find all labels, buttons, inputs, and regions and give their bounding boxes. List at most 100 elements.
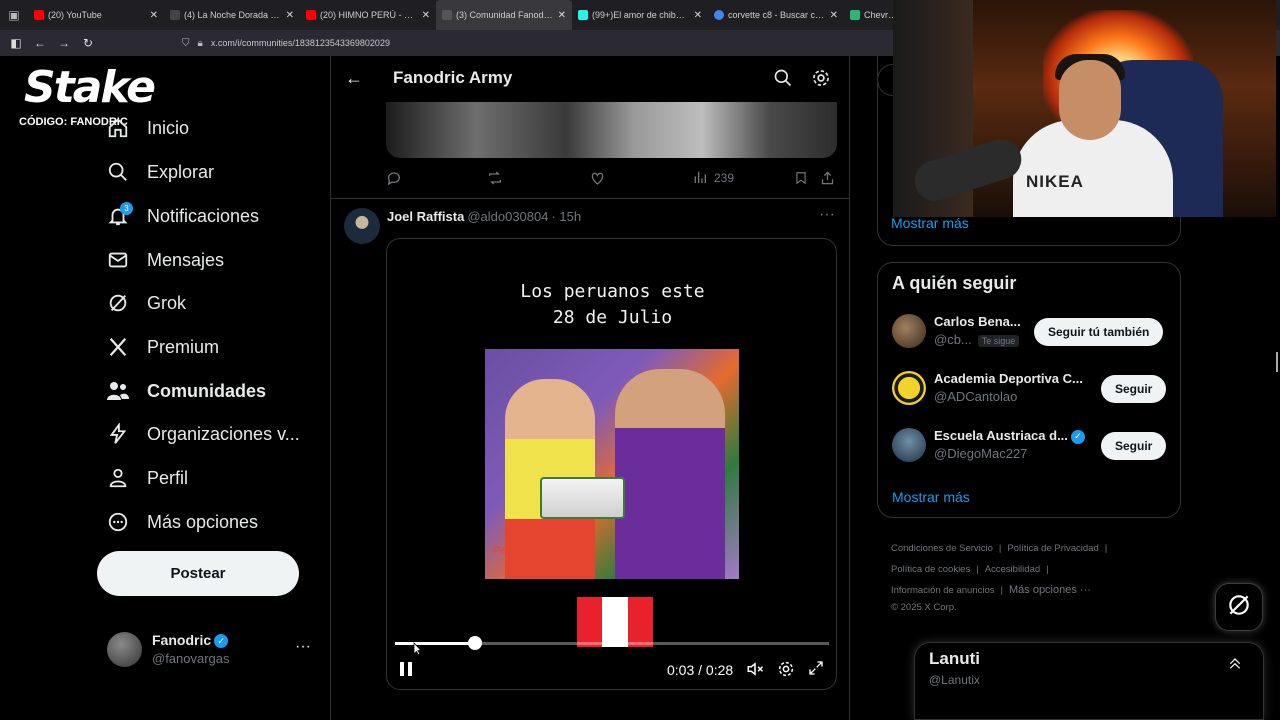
copyright: © 2025 X Corp. (891, 602, 957, 613)
who-to-follow-card: A quién seguir Carlos Bena... @cb... Te s… (877, 262, 1181, 518)
pause-icon[interactable] (399, 661, 413, 682)
sidebar-item-mas-opciones[interactable]: Más opciones (106, 502, 258, 542)
messages-drawer[interactable]: Lanuti @Lanutix (914, 642, 1264, 720)
close-icon[interactable]: ✕ (558, 10, 566, 21)
sidebar-toggle-icon[interactable]: ◧ (4, 30, 28, 56)
tweet-header: Joel Raffista @aldo030804 · 15h (387, 209, 581, 224)
sidebar-item-premium[interactable]: Premium (106, 327, 219, 367)
video-watermark: Perú (493, 545, 517, 557)
x-logo-icon (106, 335, 130, 359)
fullscreen-icon[interactable] (808, 660, 824, 681)
account-switcher[interactable]: Fanodric ✓ @fanovargas ··· (107, 630, 317, 670)
close-icon[interactable]: ✕ (286, 10, 294, 21)
browser-tab[interactable]: (20) HIMNO PERÚ - OFICIAL ✕ (300, 0, 436, 30)
list-item[interactable]: Carlos Bena... @cb... Te sigue Seguir tú … (892, 314, 1172, 354)
footer-link[interactable]: Condiciones de Servicio (891, 543, 993, 554)
user-name: Escuela Austriaca d... (934, 428, 1068, 443)
footer-link[interactable]: Información de anuncios (891, 585, 995, 596)
drawer-title: Lanuti (929, 649, 980, 668)
show-more-link[interactable]: Mostrar más (891, 215, 969, 231)
verified-badge-icon: ✓ (214, 634, 229, 649)
back-arrow-icon[interactable]: ← (345, 68, 363, 89)
mute-icon[interactable] (746, 660, 764, 683)
footer-link[interactable]: Política de Privacidad (1007, 543, 1098, 554)
tweet-handle[interactable]: @aldo030804 (467, 209, 548, 224)
sidebar-item-mensajes[interactable]: Mensajes (106, 240, 224, 280)
sidebar-item-inicio[interactable]: Inicio (106, 108, 189, 148)
sidebar-item-organizaciones[interactable]: Organizaciones v... (106, 414, 300, 454)
sidebar-item-label: Organizaciones v... (147, 423, 300, 444)
lock-icon[interactable]: 🔒︎ (198, 38, 203, 49)
gear-icon[interactable] (811, 68, 831, 93)
bookmark-icon[interactable] (794, 170, 808, 186)
post-button[interactable]: Postear (97, 551, 299, 596)
expand-up-icon[interactable] (1227, 655, 1243, 676)
analytics-icon (692, 169, 708, 188)
forward-icon[interactable]: → (52, 30, 76, 56)
list-item[interactable]: Academia Deportiva C... @ADCantolao Segu… (892, 371, 1172, 411)
tweet-author[interactable]: Joel Raffista (387, 209, 464, 224)
views-stat[interactable]: 239 (692, 169, 734, 188)
video-progress-bar[interactable] (395, 636, 829, 650)
video-progress-handle[interactable] (468, 636, 483, 650)
tab-overview-icon[interactable]: ▣ (0, 0, 28, 30)
close-icon[interactable]: ✕ (694, 10, 702, 21)
browser-tab[interactable]: (4) La Noche Dorada (@LaN ✕ (164, 0, 300, 30)
tiktok-favicon-icon (578, 10, 588, 20)
footer-link[interactable]: Accesibilidad (985, 564, 1040, 575)
video-caption: Los peruanos este 28 de Julio (387, 279, 836, 331)
show-more-link[interactable]: Mostrar más (892, 489, 970, 505)
sidebar-item-explorar[interactable]: Explorar (106, 152, 214, 192)
close-icon[interactable]: ✕ (422, 10, 430, 21)
verified-badge-icon: ✓ (1070, 429, 1085, 444)
search-icon[interactable] (773, 68, 793, 93)
grok-icon (106, 291, 130, 315)
avatar[interactable] (344, 208, 380, 244)
grok-icon (1226, 592, 1252, 623)
footer-link[interactable]: Política de cookies (891, 564, 970, 575)
shield-icon[interactable]: ⛉ (182, 38, 190, 49)
more-icon[interactable]: ··· (819, 206, 835, 224)
gear-icon[interactable] (777, 660, 795, 683)
close-icon[interactable]: ✕ (150, 10, 158, 21)
tweet-time[interactable]: · 15h (551, 209, 581, 224)
tab-label: (3) Comunidad Fanodric Arm (456, 10, 554, 20)
video-person-right (615, 369, 725, 579)
tweet-video[interactable]: Los peruanos este 28 de Julio Perú 0:03 … (386, 238, 837, 690)
footer-links: Condiciones de Servicio | Política de Priv… (891, 538, 1191, 615)
back-icon[interactable]: ← (28, 30, 52, 56)
browser-tab[interactable]: corvette c8 - Buscar con Go ✕ (708, 0, 844, 30)
reload-icon[interactable]: ↻ (76, 30, 100, 56)
user-handle: @cb... (934, 332, 972, 347)
footer-more-options[interactable]: Más opciones ··· (1009, 584, 1091, 596)
url-field[interactable]: ⛉ 🔒︎ x.com/i/communities/183812354336980… (182, 38, 390, 49)
youtube-favicon-icon (306, 10, 316, 20)
previous-tweet-image[interactable] (386, 102, 837, 158)
browser-tab[interactable]: (20) YouTube ✕ (28, 0, 164, 30)
browser-tab[interactable]: (99+)El amor de chibolo: Ho ✕ (572, 0, 708, 30)
follow-button[interactable]: Seguir (1101, 375, 1167, 403)
more-icon[interactable]: ··· (295, 638, 311, 656)
scrollbar[interactable] (1276, 352, 1278, 372)
list-item[interactable]: Escuela Austriaca d... ✓ @DiegoMac227 Seg… (892, 428, 1172, 468)
avatar (107, 632, 142, 667)
page-title: Fanodric Army (393, 68, 513, 87)
search-icon (106, 160, 130, 184)
share-icon[interactable] (820, 170, 835, 186)
user-handle: @DiegoMac227 (934, 446, 1028, 461)
sidebar-item-perfil[interactable]: Perfil (106, 458, 188, 498)
sidebar-item-grok[interactable]: Grok (106, 283, 186, 323)
follow-back-button[interactable]: Seguir tú también (1034, 318, 1164, 346)
main-column: ← Fanodric Army 239 Joel Raffista @aldo03… (330, 56, 850, 720)
user-name-row: Escuela Austriaca d... ✓ (934, 428, 1085, 444)
grok-button[interactable] (1215, 583, 1263, 631)
like-icon[interactable] (589, 170, 606, 186)
sidebar-item-label: Comunidades (147, 380, 267, 401)
reply-icon[interactable] (386, 170, 402, 186)
close-icon[interactable]: ✕ (830, 10, 838, 21)
retweet-icon[interactable] (486, 170, 504, 186)
browser-tab-active[interactable]: (3) Comunidad Fanodric Arm ✕ (436, 0, 572, 30)
views-count: 239 (714, 171, 735, 185)
sidebar-item-comunidades[interactable]: Comunidades (106, 371, 266, 411)
follow-button[interactable]: Seguir (1101, 432, 1167, 460)
